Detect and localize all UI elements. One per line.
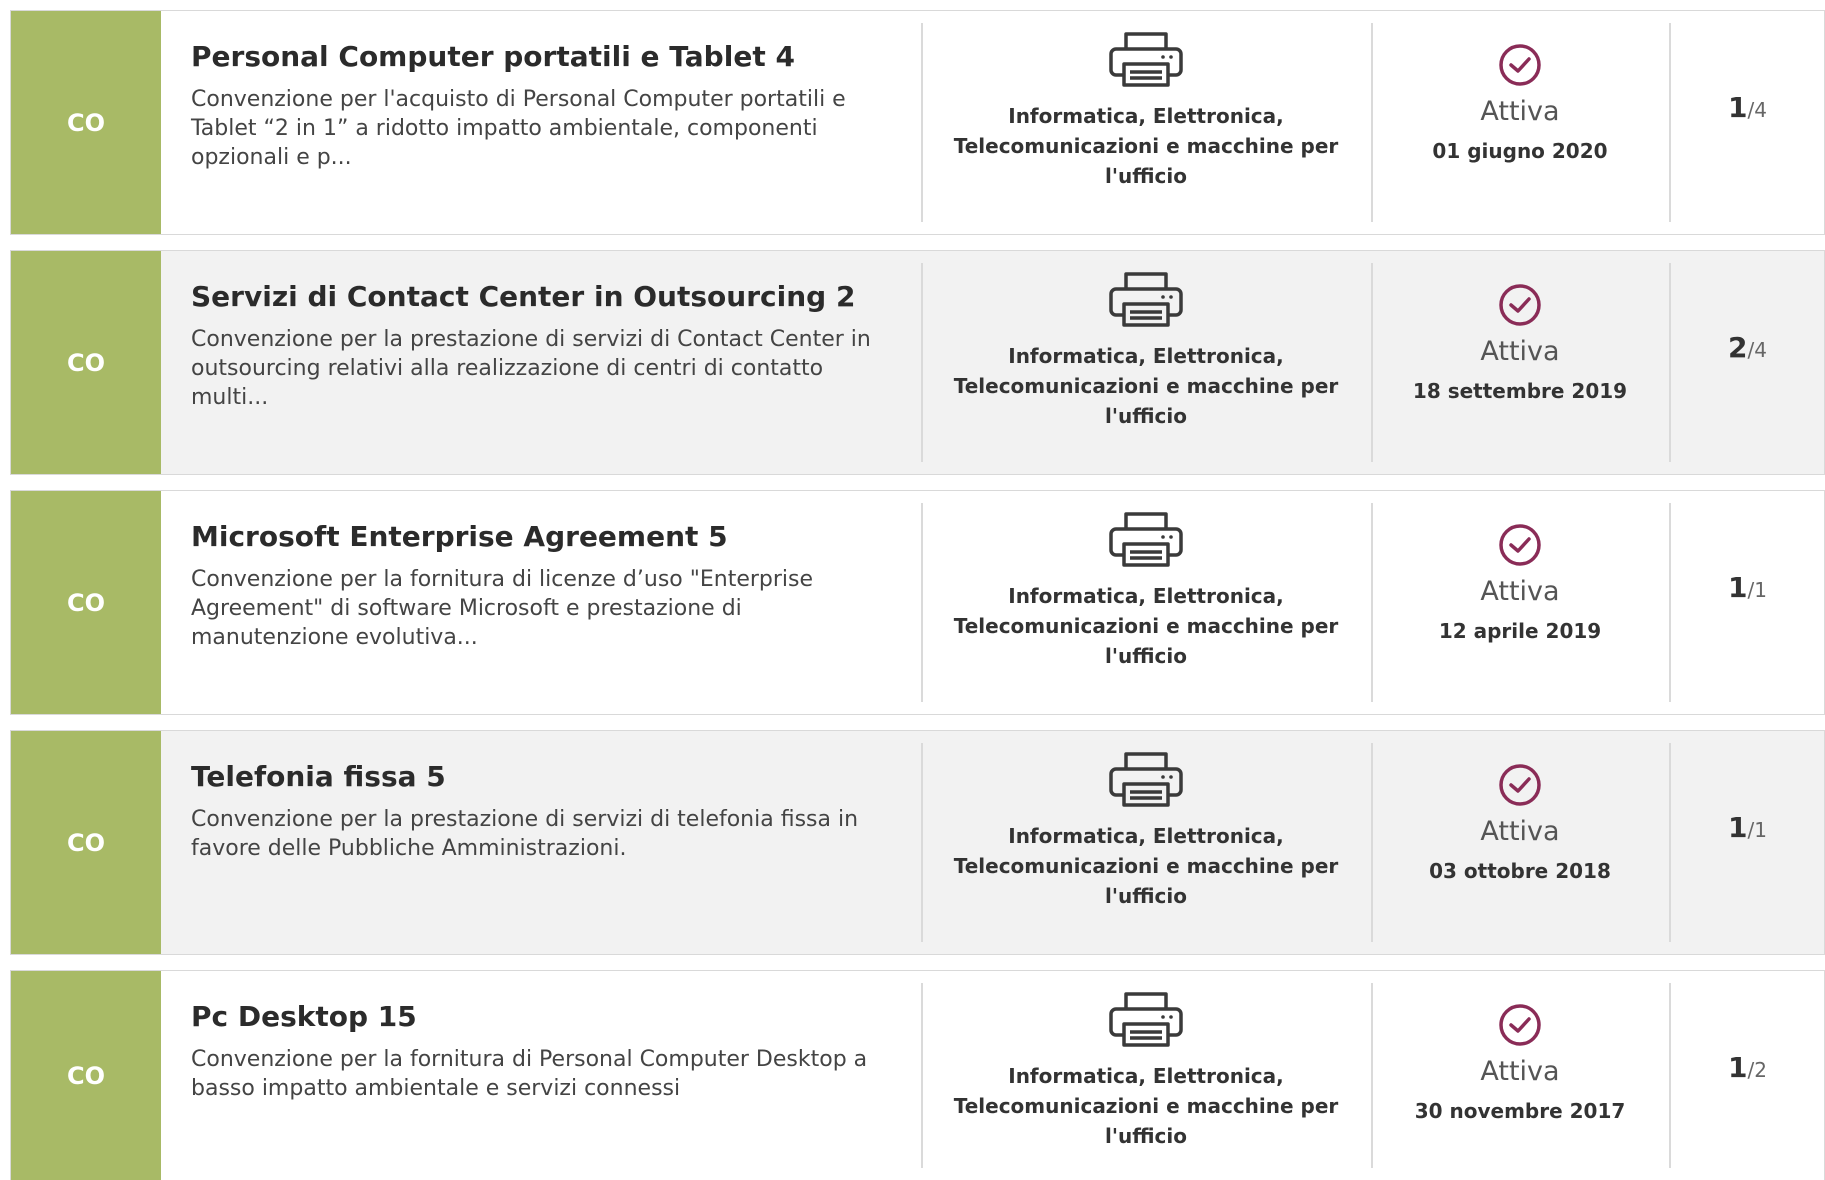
status-label: Attiva [1480,1056,1560,1087]
lot-count: 1/1 [1728,571,1767,604]
type-badge: CO [11,731,161,954]
type-badge: CO [11,971,161,1180]
list-item[interactable]: CO Microsoft Enterprise Agreement 5 Conv… [10,490,1825,715]
item-title[interactable]: Personal Computer portatili e Tablet 4 [191,39,895,75]
status-label: Attiva [1480,336,1560,367]
status-label: Attiva [1480,96,1560,127]
lot-count: 1/4 [1728,91,1767,124]
item-info: Microsoft Enterprise Agreement 5 Convenz… [161,491,921,714]
item-description: Convenzione per la fornitura di licenze … [191,567,814,650]
lot-count-total: /1 [1747,578,1767,602]
count-column: 2/4 [1669,251,1825,474]
item-info: Servizi di Contact Center in Outsourcing… [161,251,921,474]
list-item[interactable]: CO Pc Desktop 15 Convenzione per la forn… [10,970,1825,1180]
printer-icon [1107,991,1185,1047]
item-info: Telefonia fissa 5 Convenzione per la pre… [161,731,921,954]
status-date: 03 ottobre 2018 [1429,859,1611,883]
lot-count-total: /4 [1747,338,1767,362]
status-column: Attiva 18 settembre 2019 [1371,251,1669,474]
printer-icon [1107,751,1185,807]
category-label: Informatica, Elettronica, Telecomunicazi… [953,1064,1339,1148]
check-circle-icon [1490,523,1550,567]
item-description: Convenzione per la prestazione di serviz… [191,807,859,861]
lot-count-number: 1 [1728,91,1748,124]
category-label: Informatica, Elettronica, Telecomunicazi… [953,584,1339,668]
list-item[interactable]: CO Telefonia fissa 5 Convenzione per la … [10,730,1825,955]
item-title[interactable]: Telefonia fissa 5 [191,759,895,795]
lot-count-number: 2 [1728,331,1748,364]
convention-list: CO Personal Computer portatili e Tablet … [0,0,1825,1180]
printer-icon [1107,271,1185,327]
item-description: Convenzione per la fornitura di Personal… [191,1047,868,1101]
count-column: 1/2 [1669,971,1825,1180]
item-info: Pc Desktop 15 Convenzione per la fornitu… [161,971,921,1180]
category-label: Informatica, Elettronica, Telecomunicazi… [953,344,1339,428]
category-column: Informatica, Elettronica, Telecomunicazi… [921,11,1371,234]
printer-icon [1107,31,1185,87]
category-column: Informatica, Elettronica, Telecomunicazi… [921,971,1371,1180]
status-date: 12 aprile 2019 [1438,619,1602,643]
category-column: Informatica, Elettronica, Telecomunicazi… [921,731,1371,954]
status-column: Attiva 12 aprile 2019 [1371,491,1669,714]
category-column: Informatica, Elettronica, Telecomunicazi… [921,491,1371,714]
lot-count-number: 1 [1728,811,1748,844]
status-label: Attiva [1480,576,1560,607]
type-badge: CO [11,491,161,714]
type-badge: CO [11,251,161,474]
count-column: 1/1 [1669,491,1825,714]
lot-count-number: 1 [1728,571,1748,604]
item-title[interactable]: Microsoft Enterprise Agreement 5 [191,519,895,555]
lot-count-total: /2 [1747,1058,1767,1082]
item-info: Personal Computer portatili e Tablet 4 C… [161,11,921,234]
status-column: Attiva 01 giugno 2020 [1371,11,1669,234]
status-date: 30 novembre 2017 [1414,1099,1626,1123]
list-item[interactable]: CO Personal Computer portatili e Tablet … [10,10,1825,235]
lot-count-total: /1 [1747,818,1767,842]
lot-count: 1/1 [1728,811,1767,844]
status-column: Attiva 03 ottobre 2018 [1371,731,1669,954]
check-circle-icon [1490,1003,1550,1047]
category-label: Informatica, Elettronica, Telecomunicazi… [953,104,1339,188]
check-circle-icon [1490,283,1550,327]
count-column: 1/4 [1669,11,1825,234]
item-title[interactable]: Servizi di Contact Center in Outsourcing… [191,279,895,315]
category-column: Informatica, Elettronica, Telecomunicazi… [921,251,1371,474]
status-label: Attiva [1480,816,1560,847]
count-column: 1/1 [1669,731,1825,954]
lot-count-total: /4 [1747,98,1767,122]
status-column: Attiva 30 novembre 2017 [1371,971,1669,1180]
item-description: Convenzione per l'acquisto di Personal C… [191,87,846,170]
item-description: Convenzione per la prestazione di serviz… [191,327,871,410]
printer-icon [1107,511,1185,567]
status-date: 18 settembre 2019 [1412,379,1628,403]
check-circle-icon [1490,763,1550,807]
lot-count: 2/4 [1728,331,1767,364]
check-circle-icon [1490,43,1550,87]
item-title[interactable]: Pc Desktop 15 [191,999,895,1035]
lot-count-number: 1 [1728,1051,1748,1084]
list-item[interactable]: CO Servizi di Contact Center in Outsourc… [10,250,1825,475]
lot-count: 1/2 [1728,1051,1767,1084]
status-date: 01 giugno 2020 [1432,139,1608,163]
type-badge: CO [11,11,161,234]
category-label: Informatica, Elettronica, Telecomunicazi… [953,824,1339,908]
